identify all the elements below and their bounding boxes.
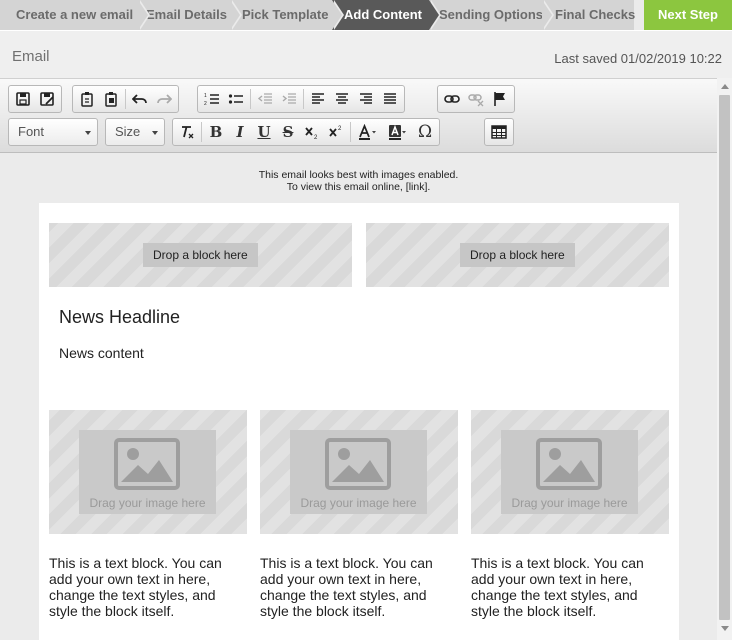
link-group (437, 85, 515, 113)
increase-indent-icon[interactable] (277, 88, 301, 110)
drop-zone-right[interactable]: Drop a block here (366, 223, 669, 287)
drop-zone-left[interactable]: Drop a block here (49, 223, 352, 287)
step-label: Create a new email (16, 7, 134, 22)
drop-block-label[interactable]: Drop a block here (143, 243, 258, 267)
image-drop-zone-3[interactable]: Drag your image here (471, 410, 669, 534)
email-body: Drop a block here Drop a block here News… (39, 203, 679, 640)
next-step-button[interactable]: Next Step (644, 0, 732, 30)
save-icon[interactable] (11, 88, 35, 110)
step-email-details[interactable]: Email Details (138, 0, 242, 30)
step-pick-template[interactable]: Pick Template (230, 0, 344, 30)
wizard-steps: Create a new email Email Details Pick Te… (0, 0, 732, 30)
step-sending-options[interactable]: Sending Options (429, 0, 554, 30)
text-block-1[interactable]: This is a text block. You can add your o… (49, 555, 239, 619)
vertical-scrollbar[interactable] (717, 78, 732, 640)
special-character-icon[interactable]: Ω (413, 121, 437, 143)
table-group (484, 118, 514, 146)
superscript-icon[interactable]: 2 (324, 121, 348, 143)
image-placeholder[interactable]: Drag your image here (290, 430, 427, 514)
undo-icon[interactable] (128, 88, 152, 110)
bold-icon[interactable]: B (204, 121, 228, 143)
image-caption: Drag your image here (511, 496, 628, 510)
chevron-down-icon (152, 131, 158, 135)
numbered-list-icon[interactable]: 12 (200, 88, 224, 110)
news-content[interactable]: News content (59, 345, 144, 361)
image-placeholder[interactable]: Drag your image here (79, 430, 216, 514)
scroll-down-icon[interactable] (721, 626, 729, 631)
size-select-label: Size (115, 124, 141, 139)
anchor-flag-icon[interactable] (488, 88, 512, 110)
step-add-content[interactable]: Add Content (332, 0, 441, 30)
file-group (8, 85, 62, 113)
edit-group (72, 85, 179, 113)
text-block-2[interactable]: This is a text block. You can add your o… (260, 555, 450, 619)
text-block-3[interactable]: This is a text block. You can add your o… (471, 555, 661, 619)
chevron-down-icon (85, 131, 91, 135)
align-right-icon[interactable] (354, 88, 378, 110)
save-as-icon[interactable] (35, 88, 59, 110)
svg-text:2: 2 (204, 101, 207, 107)
editor-toolbar: 12 Font Size B I U S 2 2 Ω (0, 78, 717, 153)
background-color-icon[interactable] (383, 121, 413, 143)
clear-format-icon[interactable] (175, 121, 199, 143)
step-label: Sending Options (439, 7, 543, 22)
align-left-icon[interactable] (306, 88, 330, 110)
underline-icon[interactable]: U (252, 121, 276, 143)
scroll-up-icon[interactable] (721, 84, 729, 89)
image-caption: Drag your image here (300, 496, 417, 510)
subscript-icon[interactable]: 2 (300, 121, 324, 143)
step-label: Email Details (146, 7, 227, 22)
paste-icon[interactable] (75, 88, 99, 110)
preheader-line: To view this email online, [link]. (286, 181, 431, 193)
news-headline[interactable]: News Headline (59, 307, 180, 328)
italic-icon[interactable]: I (228, 121, 252, 143)
link-icon[interactable] (440, 88, 464, 110)
font-select[interactable]: Font (8, 118, 98, 146)
table-icon[interactable] (487, 121, 511, 143)
font-select-label: Font (18, 124, 45, 139)
size-select[interactable]: Size (105, 118, 165, 146)
justify-icon[interactable] (378, 88, 402, 110)
format-group: B I U S 2 2 Ω (172, 118, 440, 146)
decrease-indent-icon[interactable] (253, 88, 277, 110)
svg-text:1: 1 (204, 93, 207, 99)
bulleted-list-icon[interactable] (224, 88, 248, 110)
email-canvas: This email looks best with images enable… (0, 154, 717, 640)
paste-text-icon[interactable] (99, 88, 123, 110)
paragraph-group: 12 (197, 85, 405, 113)
last-saved-status: Last saved 01/02/2019 10:22 (554, 51, 722, 66)
unlink-icon[interactable] (464, 88, 488, 110)
image-drop-zone-2[interactable]: Drag your image here (260, 410, 458, 534)
image-icon (114, 438, 180, 490)
align-center-icon[interactable] (330, 88, 354, 110)
email-header: Email Last saved 01/02/2019 10:22 (0, 30, 732, 78)
step-label: Add Content (344, 7, 422, 22)
scrollbar-thumb[interactable] (719, 95, 730, 620)
strikethrough-icon[interactable]: S (276, 121, 300, 143)
step-label: Pick Template (242, 7, 329, 22)
redo-icon[interactable] (152, 88, 176, 110)
drop-block-label[interactable]: Drop a block here (460, 243, 575, 267)
image-caption: Drag your image here (89, 496, 206, 510)
preheader: This email looks best with images enable… (0, 169, 717, 193)
step-label: Final Checks (555, 7, 636, 22)
step-create-new-email[interactable]: Create a new email (0, 0, 150, 30)
svg-text:2: 2 (314, 135, 318, 140)
text-color-icon[interactable] (353, 121, 383, 143)
preheader-line: This email looks best with images enable… (258, 169, 459, 181)
image-drop-zone-1[interactable]: Drag your image here (49, 410, 247, 534)
step-final-checks[interactable]: Final Checks (542, 0, 636, 30)
image-icon (536, 438, 602, 490)
page-title: Email (12, 48, 50, 65)
image-placeholder[interactable]: Drag your image here (501, 430, 638, 514)
image-icon (325, 438, 391, 490)
svg-text:2: 2 (338, 126, 342, 132)
